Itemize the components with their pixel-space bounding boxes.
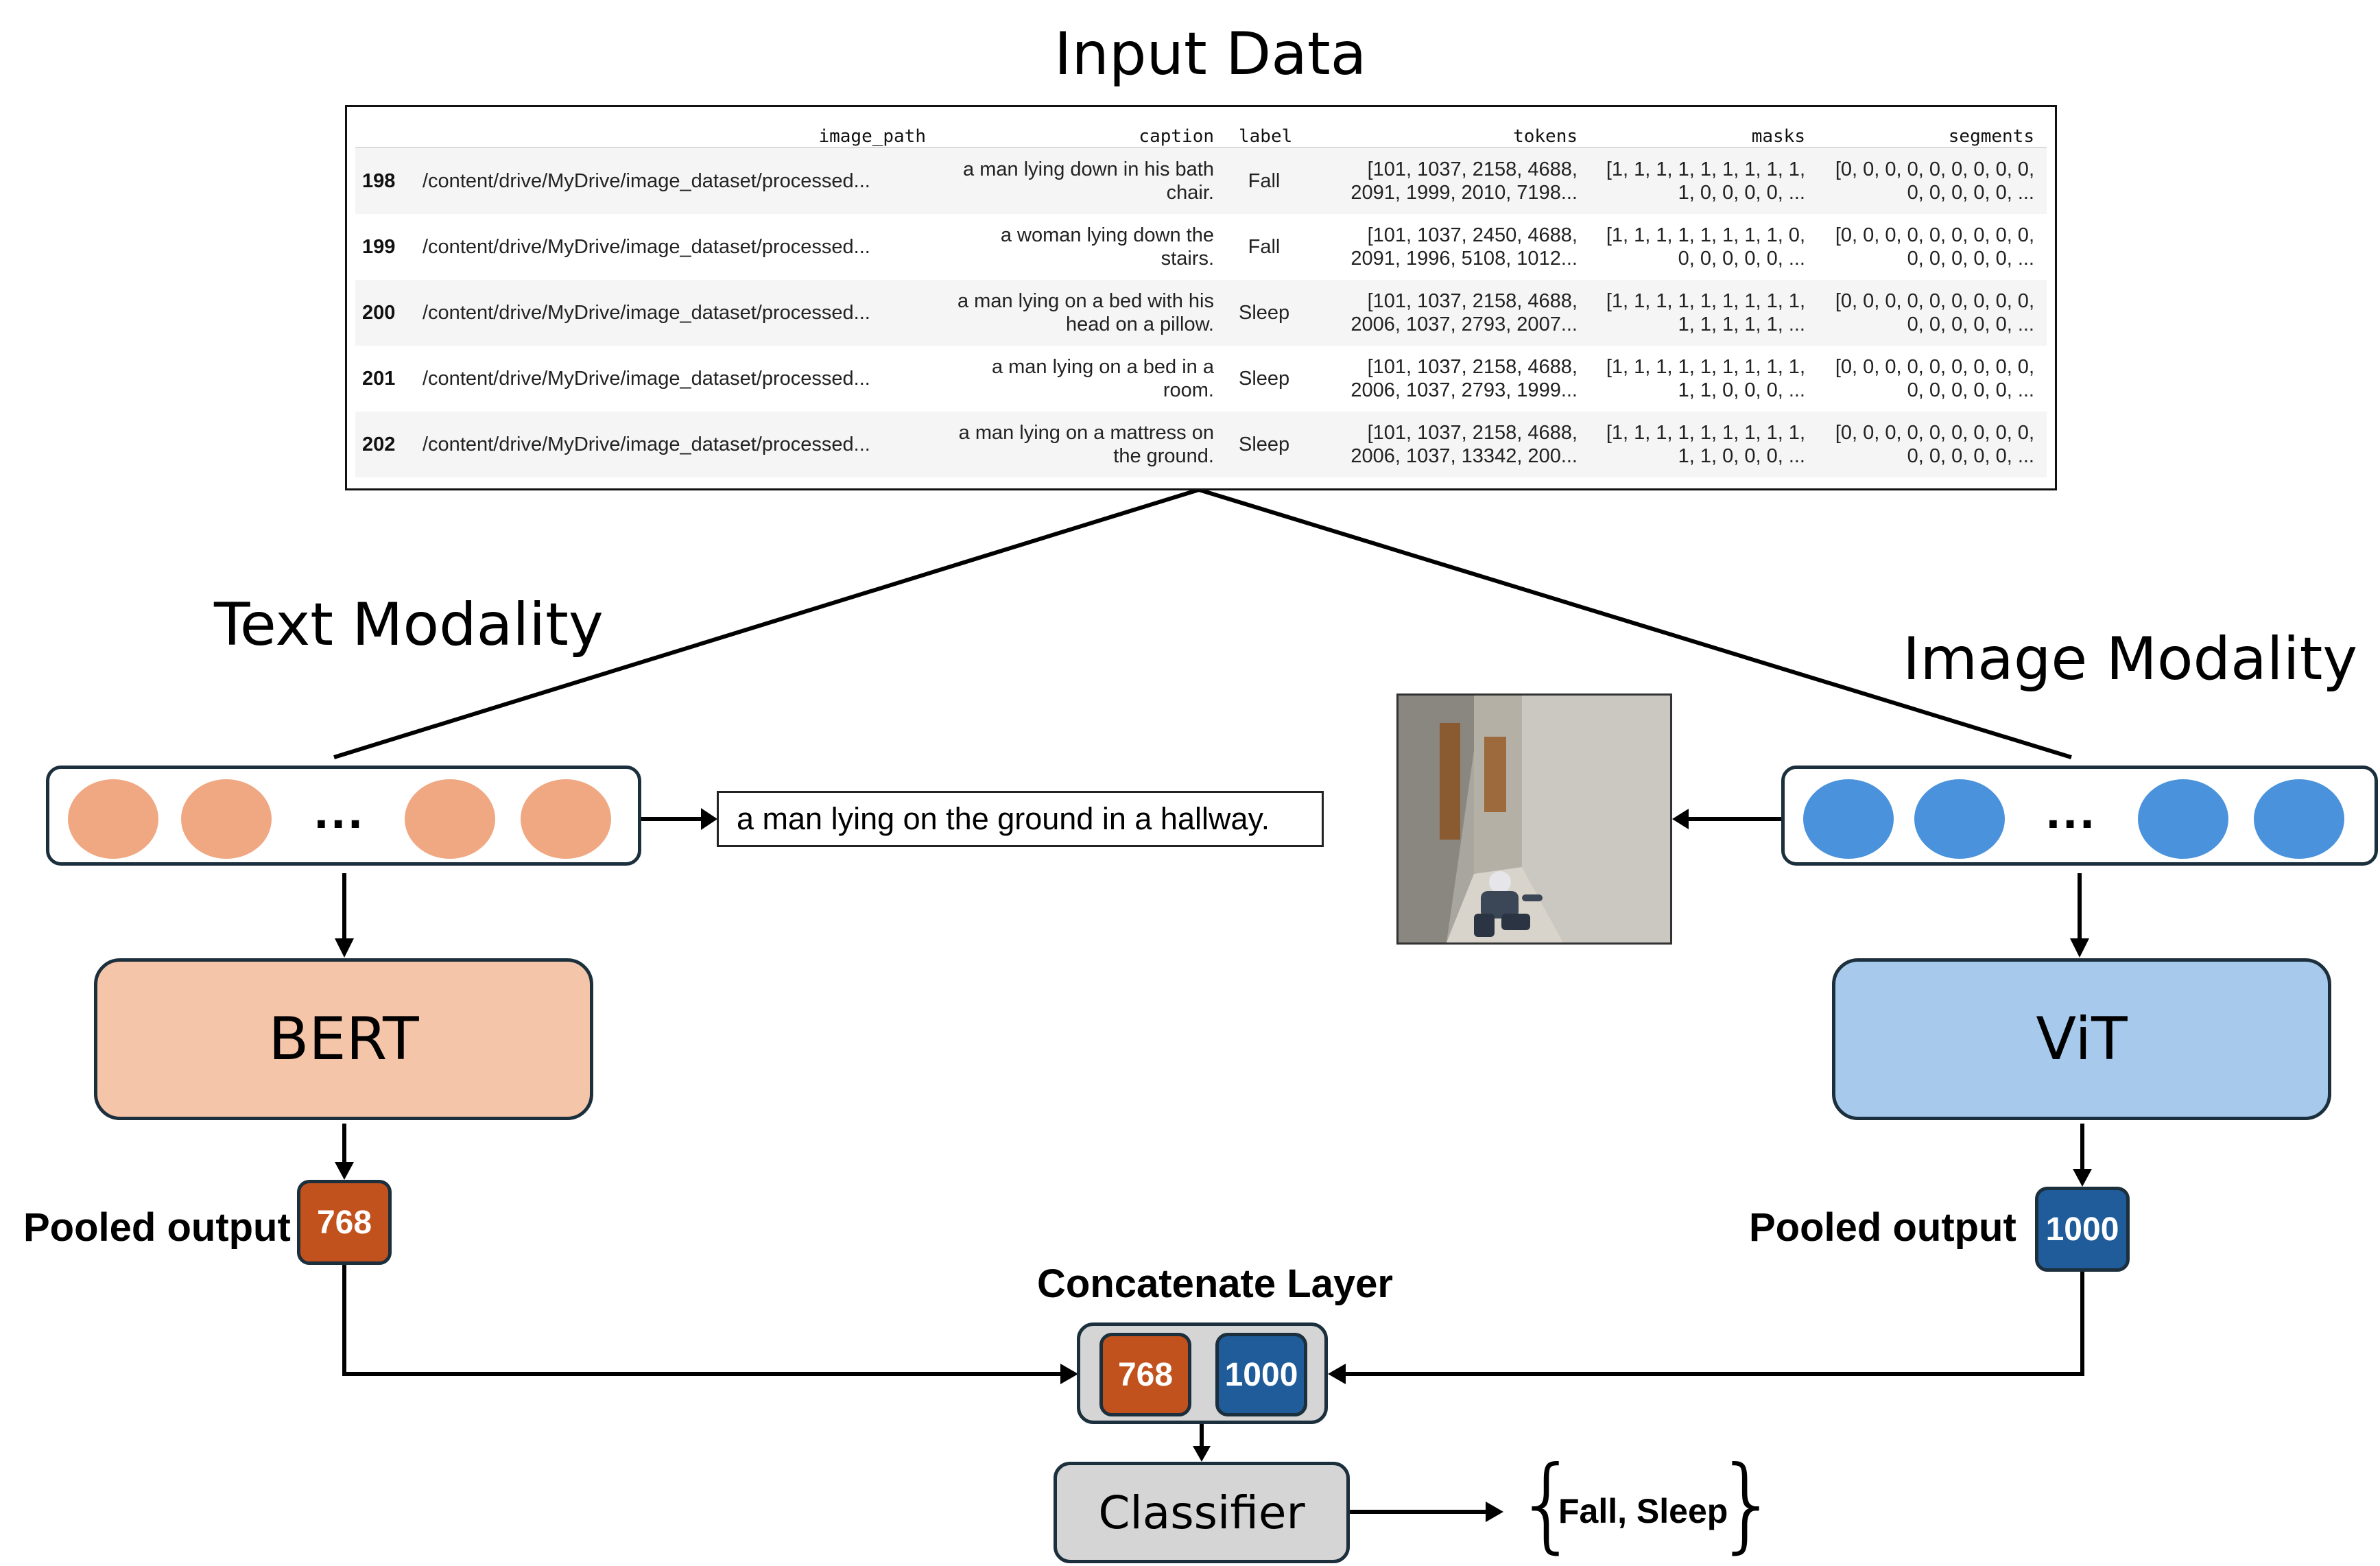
row-caption: a man lying down in his bath chair. <box>938 147 1226 214</box>
row-index: 200 <box>355 280 410 346</box>
row-index: 201 <box>362 368 396 390</box>
row-masks: [1, 1, 1, 1, 1, 1, 1, 1, 1, 1, 1, 0, 0, … <box>1606 356 1805 401</box>
table-row: 200 /content/drive/MyDrive/image_dataset… <box>355 280 2047 346</box>
classes-close-brace: } <box>1715 1445 1781 1564</box>
text-pooled-to-concat-line <box>342 1264 1064 1376</box>
image-embedding-bar: ... <box>1781 766 2378 866</box>
text-pooled-output-label: Pooled output <box>23 1205 291 1250</box>
row-masks: [1, 1, 1, 1, 1, 1, 1, 1, 1, 1, 1, 1, 1, … <box>1590 280 1818 346</box>
row-tokens: [101, 1037, 2158, 4688, 2006, 1037, 2793… <box>1350 356 1578 401</box>
row-image-path: /content/drive/MyDrive/image_dataset/pro… <box>423 236 870 258</box>
bert-model-box: BERT <box>94 958 593 1120</box>
row-masks: [1, 1, 1, 1, 1, 1, 1, 1, 0, 0, 0, 0, 0, … <box>1606 224 1805 270</box>
header-caption: caption <box>938 115 1226 148</box>
image-patch-circle <box>1914 779 2005 859</box>
arrowhead <box>1328 1364 1346 1384</box>
row-masks: [1, 1, 1, 1, 1, 1, 1, 1, 1, 1, 0, 0, 0, … <box>1590 147 1818 214</box>
row-index: 199 <box>362 236 396 258</box>
text-token-circle <box>405 779 495 859</box>
row-label: Fall <box>1226 147 1302 214</box>
caption-example: a man lying on the ground in a hallway. <box>717 791 1324 847</box>
input-data-title: Input Data <box>1054 20 1367 88</box>
row-image-path: /content/drive/MyDrive/image_dataset/pro… <box>410 147 938 214</box>
row-segments: [0, 0, 0, 0, 0, 0, 0, 0, 0, 0, 0, 0, 0, … <box>1818 280 2047 346</box>
arrowhead <box>1486 1502 1503 1522</box>
image-patch-circle <box>2138 779 2228 859</box>
row-tokens: [101, 1037, 2158, 4688, 2091, 1999, 2010… <box>1302 147 1590 214</box>
concat-image-vector: 1000 <box>1215 1333 1307 1416</box>
image-pooled-to-concat-line <box>1343 1271 2084 1376</box>
data-table: image_path caption label tokens masks se… <box>355 115 2047 477</box>
hallway-photo <box>1396 693 1672 945</box>
text-pooled-vector: 768 <box>297 1180 392 1265</box>
row-segments: [0, 0, 0, 0, 0, 0, 0, 0, 0, 0, 0, 0, 0, … <box>1818 412 2047 477</box>
output-classes: Fall, Sleep <box>1558 1492 1728 1530</box>
text-token-circle <box>521 779 611 859</box>
diagram-canvas: Input Data Text Modality Image Modality … <box>0 0 2380 1566</box>
row-image-path: /content/drive/MyDrive/image_dataset/pro… <box>423 368 870 390</box>
image-pooled-output-label: Pooled output <box>1749 1205 2016 1250</box>
table-header-row: image_path caption label tokens masks se… <box>355 115 2047 148</box>
row-label: Sleep <box>1226 412 1302 477</box>
row-caption: a man lying on a bed with his head on a … <box>938 280 1226 346</box>
table-row: 199 /content/drive/MyDrive/image_dataset… <box>355 214 2047 280</box>
row-label: Sleep <box>1239 368 1290 390</box>
table-row: 201 /content/drive/MyDrive/image_dataset… <box>355 346 2047 412</box>
arrowhead <box>2070 938 2089 958</box>
table-row: 198 /content/drive/MyDrive/image_dataset… <box>355 147 2047 214</box>
row-tokens: [101, 1037, 2450, 4688, 2091, 1996, 5108… <box>1350 224 1578 270</box>
row-tokens: [101, 1037, 2158, 4688, 2006, 1037, 2793… <box>1302 280 1590 346</box>
text-token-circle <box>181 779 272 859</box>
arrowhead <box>1193 1446 1211 1462</box>
arrowhead <box>335 938 354 958</box>
table-row: 202 /content/drive/MyDrive/image_dataset… <box>355 412 2047 477</box>
header-segments: segments <box>1818 115 2047 148</box>
row-image-path: /content/drive/MyDrive/image_dataset/pro… <box>410 412 938 477</box>
row-caption: a man lying on a mattress on the ground. <box>938 412 1226 477</box>
arrowhead <box>1672 809 1689 829</box>
header-label: label <box>1226 115 1302 148</box>
row-segments: [0, 0, 0, 0, 0, 0, 0, 0, 0, 0, 0, 0, 0, … <box>1835 356 2034 401</box>
text-embedding-bar: ... <box>46 766 641 866</box>
row-caption: a woman lying down the stairs. <box>1000 224 1214 270</box>
concatenate-layer-title: Concatenate Layer <box>1037 1261 1393 1306</box>
image-modality-title: Image Modality <box>1903 625 2358 693</box>
vit-model-box: ViT <box>1832 958 2331 1120</box>
text-ellipsis: ... <box>313 790 365 838</box>
header-tokens: tokens <box>1302 115 1590 148</box>
row-segments: [0, 0, 0, 0, 0, 0, 0, 0, 0, 0, 0, 0, 0, … <box>1818 147 2047 214</box>
row-label: Sleep <box>1226 280 1302 346</box>
input-data-table: image_path caption label tokens masks se… <box>345 105 2057 490</box>
header-masks: masks <box>1590 115 1818 148</box>
header-image-path: image_path <box>410 115 938 148</box>
image-pooled-vector: 1000 <box>2035 1187 2130 1272</box>
concatenate-layer-box: 768 1000 <box>1077 1322 1328 1424</box>
arrowhead <box>2073 1169 2092 1187</box>
arrowhead <box>1060 1364 1078 1384</box>
row-masks: [1, 1, 1, 1, 1, 1, 1, 1, 1, 1, 1, 0, 0, … <box>1590 412 1818 477</box>
row-caption: a man lying on a bed in a room. <box>991 356 1214 401</box>
row-index: 202 <box>355 412 410 477</box>
hallway-image <box>1399 696 1670 942</box>
arrowhead <box>701 808 717 830</box>
image-ellipsis: ... <box>2045 790 2097 838</box>
image-patch-circle <box>2254 779 2344 859</box>
classifier-box: Classifier <box>1054 1462 1350 1563</box>
image-patch-circle <box>1803 779 1894 859</box>
row-image-path: /content/drive/MyDrive/image_dataset/pro… <box>410 280 938 346</box>
row-index: 198 <box>355 147 410 214</box>
row-label: Fall <box>1248 236 1281 258</box>
row-tokens: [101, 1037, 2158, 4688, 2006, 1037, 1334… <box>1302 412 1590 477</box>
row-segments: [0, 0, 0, 0, 0, 0, 0, 0, 0, 0, 0, 0, 0, … <box>1835 224 2034 270</box>
text-modality-title: Text Modality <box>214 591 604 659</box>
arrowhead <box>335 1162 354 1180</box>
concat-text-vector: 768 <box>1099 1333 1191 1416</box>
text-token-circle <box>68 779 158 859</box>
header-index <box>355 115 410 148</box>
